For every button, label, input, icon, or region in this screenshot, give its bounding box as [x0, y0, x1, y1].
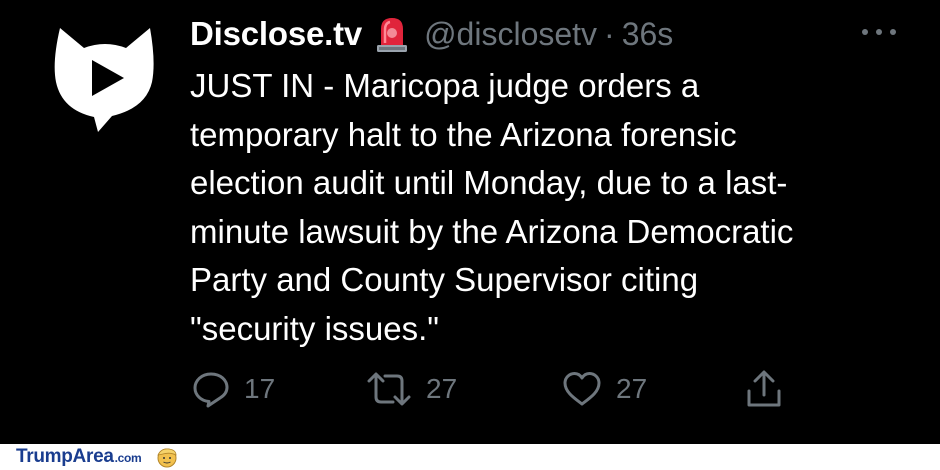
tweet-card: Disclose.tv @disclosetv · 36s JUST IN - … — [0, 0, 940, 444]
brand-name: TrumpArea — [16, 446, 114, 467]
retweet-count: 27 — [426, 373, 458, 404]
retweet-icon — [367, 372, 411, 406]
mascot-face-icon — [157, 448, 177, 468]
avatar[interactable] — [50, 22, 160, 134]
tweet-text-line: Party and County Supervisor citing — [190, 261, 699, 298]
tweet-text-line: election audit until Monday, due to a la… — [190, 164, 788, 201]
tweet-header: Disclose.tv @disclosetv · 36s — [190, 12, 673, 56]
tweet-text-line: "security issues." — [190, 309, 439, 347]
separator-dot: · — [604, 15, 615, 52]
timestamp[interactable]: 36s — [622, 16, 674, 53]
heart-icon — [563, 372, 601, 406]
tweet-text-line: minute lawsuit by the Arizona Democratic — [190, 212, 794, 250]
brand-logo[interactable]: TrumpArea.com — [16, 446, 142, 468]
watermark-footer: TrumpArea.com — [0, 444, 940, 470]
brand-suffix: .com — [114, 451, 142, 465]
retweet-button[interactable]: 27 — [366, 364, 457, 414]
like-button[interactable]: 27 — [562, 364, 647, 414]
user-handle[interactable]: @disclosetv — [424, 16, 597, 53]
siren-emoji-icon — [377, 18, 408, 52]
action-bar: 17 27 27 — [0, 364, 940, 414]
tweet-text-line: JUST IN - Maricopa judge orders a — [190, 67, 700, 104]
display-name[interactable]: Disclose.tv — [190, 15, 362, 53]
like-count: 27 — [616, 373, 648, 404]
reply-icon — [193, 372, 229, 408]
reply-count: 17 — [244, 373, 276, 404]
reply-button[interactable]: 17 — [192, 364, 275, 414]
tweet-text: JUST IN - Maricopa judge orders a tempor… — [190, 62, 930, 353]
share-icon — [747, 370, 781, 407]
share-button[interactable] — [745, 364, 783, 414]
more-horizontal-icon[interactable] — [862, 24, 896, 40]
tweet-text-line: temporary halt to the Arizona forensic — [190, 115, 737, 153]
